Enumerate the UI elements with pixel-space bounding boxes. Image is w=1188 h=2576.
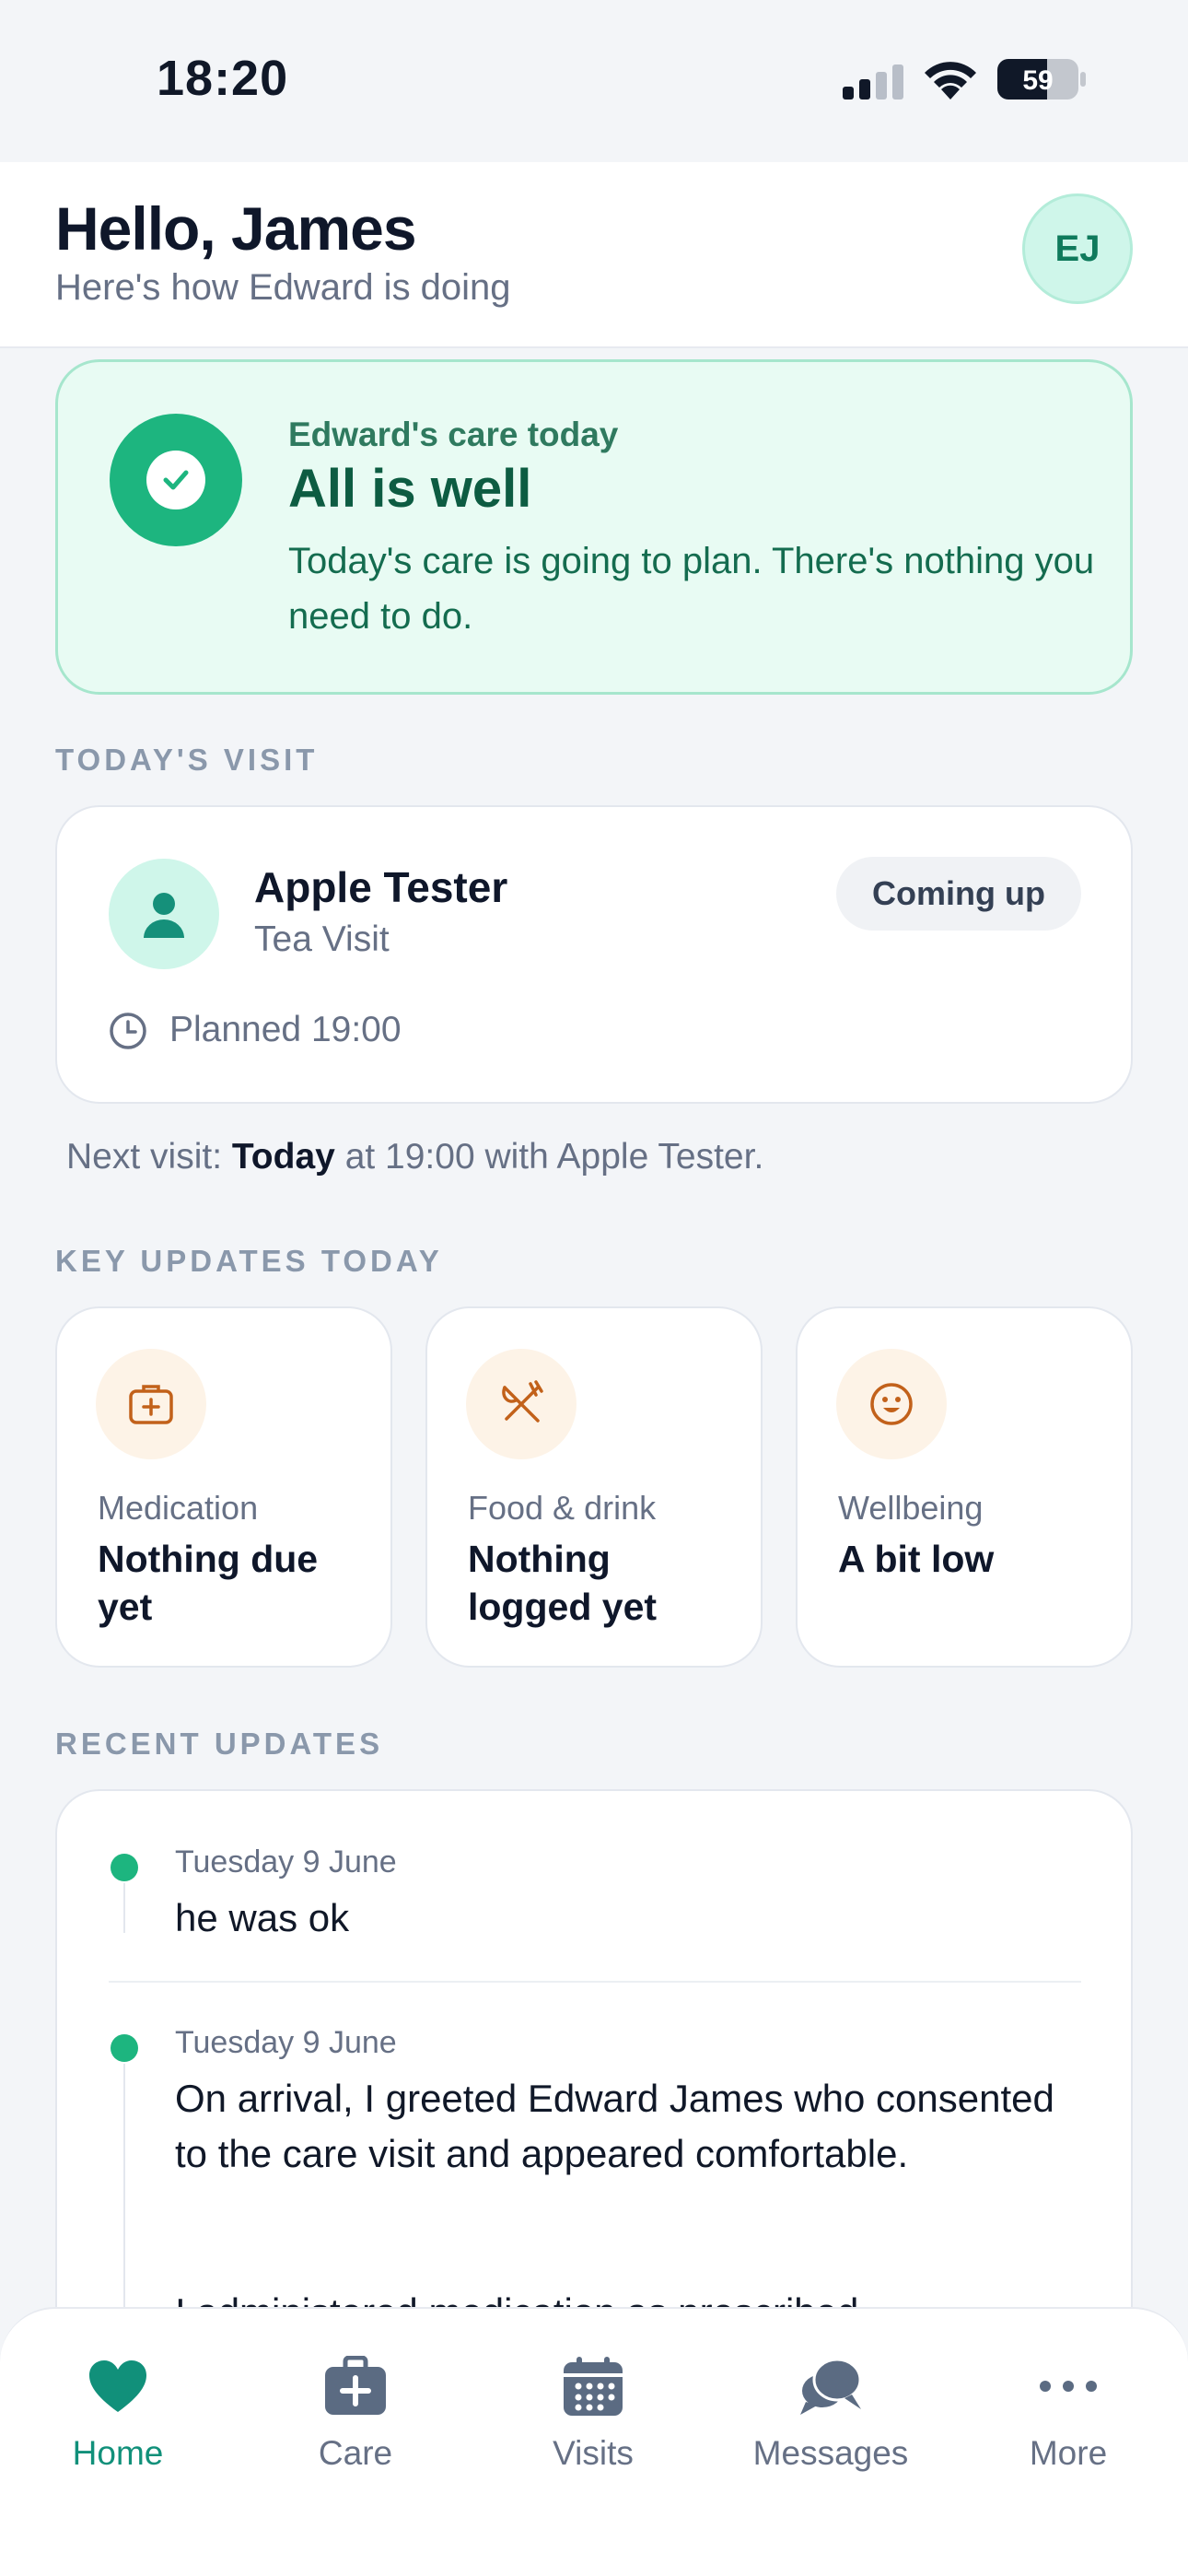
heart-icon — [83, 2351, 153, 2421]
update-date: Tuesday 9 June — [175, 1844, 397, 1879]
app-screen: 18:20 59 Hello, James Here's how Edward … — [0, 0, 1188, 2576]
tab-home[interactable]: Home — [17, 2351, 219, 2489]
status-kicker: Edward's care today — [288, 416, 619, 453]
medication-card[interactable]: Medication Nothing due yet — [55, 1306, 392, 1668]
tab-label: Care — [318, 2434, 393, 2472]
calendar-icon — [558, 2351, 628, 2421]
update-value: Nothing due yet — [98, 1538, 319, 1628]
more-dots-icon — [1033, 2351, 1103, 2421]
update-label: Medication — [98, 1489, 259, 1527]
smiley-face-icon — [836, 1349, 947, 1459]
carer-name: Apple Tester — [254, 863, 508, 911]
food-drink-card[interactable]: Food & drink Nothing logged yet — [425, 1306, 763, 1668]
update-label: Food & drink — [468, 1489, 657, 1527]
tab-visits[interactable]: Visits — [492, 2351, 694, 2489]
care-status-card[interactable]: Edward's care today All is well Today's … — [55, 359, 1133, 695]
header: Hello, James Here's how Edward is doing … — [0, 162, 1188, 348]
status-title: All is well — [288, 459, 532, 519]
section-label-recent-updates: RECENT UPDATES — [55, 1727, 384, 1761]
signal-icon — [843, 64, 903, 100]
person-icon — [109, 859, 219, 969]
planned-time: Planned 19:00 — [169, 1010, 402, 1049]
check-circle-icon — [110, 414, 242, 546]
next-visit-day: Today — [231, 1137, 335, 1177]
update-text: he was ok — [175, 1896, 350, 1939]
page-subtitle: Here's how Edward is doing — [55, 267, 511, 308]
wellbeing-card[interactable]: Wellbeing A bit low — [796, 1306, 1133, 1668]
tab-label: Messages — [752, 2434, 909, 2472]
battery-icon: 59 — [997, 59, 1086, 100]
page-title: Hello, James — [55, 194, 417, 263]
section-label-key-updates: KEY UPDATES TODAY — [55, 1244, 443, 1278]
tab-label: Home — [72, 2434, 164, 2472]
timeline-dot — [111, 2034, 138, 2062]
tab-bar: Home Care Visits Messages More — [0, 2307, 1188, 2576]
avatar[interactable]: EJ — [1022, 193, 1133, 304]
tab-more[interactable]: More — [967, 2351, 1170, 2489]
timeline-dot — [111, 1854, 138, 1881]
check-icon — [163, 470, 189, 490]
section-label-todays-visit: TODAY'S VISIT — [55, 743, 319, 777]
timeline-line — [123, 1883, 125, 1933]
tab-care[interactable]: Care — [254, 2351, 457, 2489]
clock-icon — [110, 1013, 146, 1049]
update-date: Tuesday 9 June — [175, 2025, 397, 2060]
status-bar: 18:20 59 — [0, 0, 1188, 162]
update-value: A bit low — [838, 1538, 995, 1580]
next-visit-prefix: Next visit: — [66, 1137, 223, 1177]
update-label: Wellbeing — [838, 1489, 984, 1527]
wifi-icon — [925, 62, 976, 100]
visit-type: Tea Visit — [254, 919, 390, 959]
divider — [109, 1981, 1081, 1983]
status-message: Today's care is going to plan. There's n… — [288, 541, 1095, 637]
medical-bag-icon — [96, 1349, 206, 1459]
chat-bubbles-icon — [796, 2351, 866, 2421]
tab-label: More — [1029, 2434, 1108, 2472]
medical-bag-icon — [320, 2351, 390, 2421]
status-time: 18:20 — [157, 51, 289, 106]
todays-visit-card[interactable]: Apple Tester Tea Visit Coming up Planned… — [55, 805, 1133, 1104]
update-value: Nothing logged yet — [468, 1538, 658, 1628]
status-badge: Coming up — [836, 857, 1081, 931]
tab-messages[interactable]: Messages — [729, 2351, 932, 2489]
fork-knife-icon — [466, 1349, 577, 1459]
battery-level: 59 — [1022, 65, 1053, 96]
next-visit-text: Next visit: Today at 19:00 with Apple Te… — [66, 1137, 763, 1177]
tab-label: Visits — [553, 2434, 634, 2472]
next-visit-suffix: at 19:00 with Apple Tester. — [344, 1137, 764, 1177]
update-text: On arrival, I greeted Edward James who c… — [175, 2077, 1054, 2175]
